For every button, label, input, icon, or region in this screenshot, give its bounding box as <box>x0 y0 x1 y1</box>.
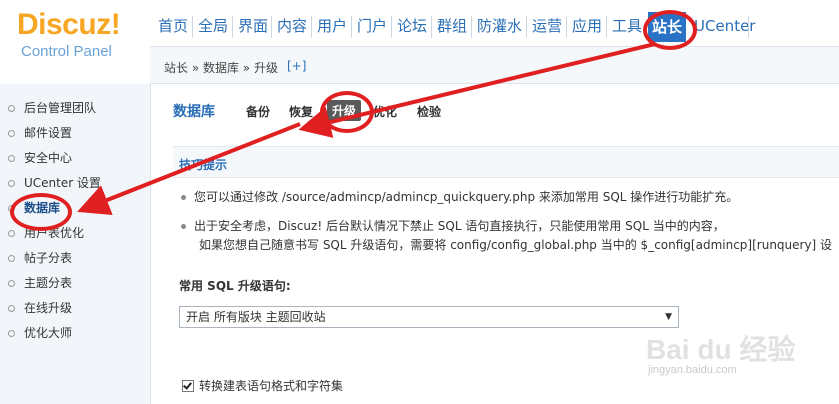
arrow-to-tab <box>298 42 656 138</box>
watermark-site: jingyan.baidu.com <box>648 364 737 376</box>
watermark-logo: Bai du 经验 <box>646 334 796 365</box>
arrow-to-sidebar <box>77 122 301 216</box>
watermark: Bai du 经验 jingyan.baidu.com <box>646 328 796 376</box>
